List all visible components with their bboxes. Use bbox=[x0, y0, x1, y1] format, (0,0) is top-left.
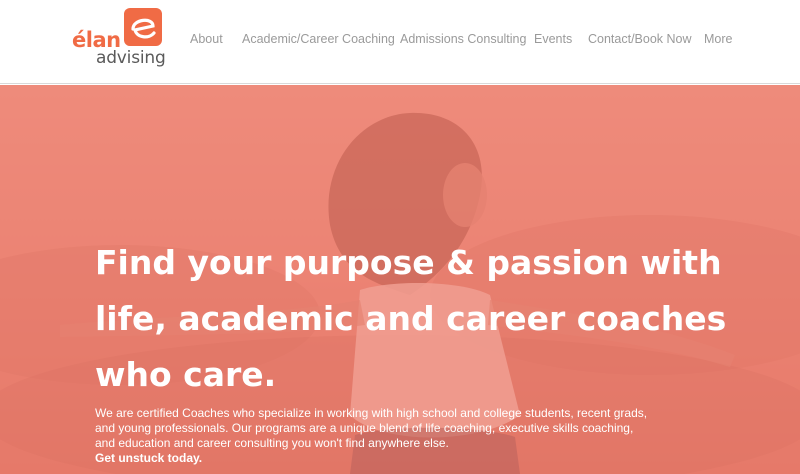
nav-item-academic-career-coaching[interactable]: Academic/Career Coaching bbox=[242, 32, 395, 46]
nav-item-events[interactable]: Events bbox=[534, 32, 572, 46]
nav-item-about[interactable]: About bbox=[190, 32, 223, 46]
logo-badge bbox=[124, 8, 162, 46]
elan-advising-logo[interactable]: élan advising bbox=[72, 8, 182, 72]
hero-section: Find your purpose & passion with life, a… bbox=[0, 85, 800, 474]
nav-item-more[interactable]: More bbox=[704, 32, 732, 46]
site-header: élan advising About Academic/Career Coac… bbox=[0, 0, 800, 84]
nav-item-contact-book-now[interactable]: Contact/Book Now bbox=[588, 32, 692, 46]
logo-word-advising: advising bbox=[96, 48, 166, 68]
hero-headline: Find your purpose & passion with life, a… bbox=[95, 243, 727, 394]
hero-cta-text: Get unstuck today. bbox=[95, 451, 203, 465]
nav-item-admissions-consulting[interactable]: Admissions Consulting bbox=[400, 32, 526, 46]
logo-e-icon bbox=[131, 18, 156, 39]
hero-description: We are certified Coaches who specialize … bbox=[95, 406, 648, 450]
